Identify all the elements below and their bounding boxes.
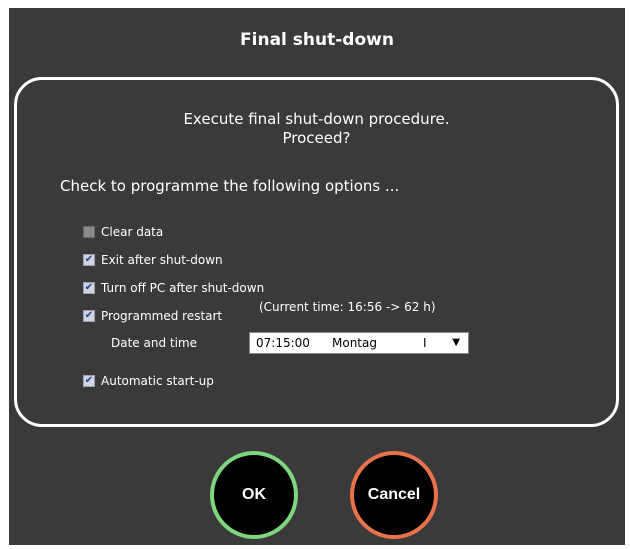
clear-data-label: Clear data — [101, 225, 164, 239]
programmed-restart-label: Programmed restart — [101, 309, 223, 323]
option-turn-off-pc[interactable]: ✔ Turn off PC after shut-down — [83, 280, 264, 296]
option-programmed-restart[interactable]: ✔ Programmed restart — [83, 308, 222, 324]
chevron-down-icon[interactable]: ▼ — [452, 337, 460, 348]
turn-off-pc-checkbox[interactable]: ✔ — [83, 282, 95, 294]
instruction-text: Check to programme the following options… — [60, 177, 400, 195]
shutdown-dialog: Final shut-down Execute final shut-down … — [9, 8, 625, 545]
date-time-extra: I — [423, 336, 427, 350]
turn-off-pc-label: Turn off PC after shut-down — [101, 281, 265, 295]
clear-data-checkbox[interactable]: ✔ — [83, 226, 95, 238]
options-panel: Execute final shut-down procedure. Proce… — [14, 77, 619, 427]
option-exit-after-shutdown[interactable]: ✔ Exit after shut-down — [83, 252, 223, 268]
message-line-2: Proceed? — [282, 129, 351, 147]
option-clear-data[interactable]: ✔ Clear data — [83, 224, 163, 240]
date-time-day: Montag — [332, 336, 377, 350]
date-time-time: 07:15:00 — [256, 336, 310, 350]
programmed-restart-checkbox[interactable]: ✔ — [83, 310, 95, 322]
automatic-startup-label: Automatic start-up — [101, 374, 214, 388]
automatic-startup-checkbox[interactable]: ✔ — [83, 375, 95, 387]
dialog-title: Final shut-down — [240, 30, 394, 50]
message-line-1: Execute final shut-down procedure. — [183, 110, 450, 128]
option-automatic-startup[interactable]: ✔ Automatic start-up — [83, 373, 214, 389]
ok-button[interactable]: OK — [210, 451, 298, 539]
date-time-select[interactable]: 07:15:00 Montag I ▼ — [249, 332, 469, 354]
cancel-button[interactable]: Cancel — [350, 451, 438, 539]
date-time-label: Date and time — [111, 336, 197, 350]
current-time-text: (Current time: 16:56 -> 62 h) — [259, 300, 436, 314]
exit-after-shutdown-checkbox[interactable]: ✔ — [83, 254, 95, 266]
exit-after-shutdown-label: Exit after shut-down — [101, 253, 223, 267]
confirmation-message: Execute final shut-down procedure. Proce… — [17, 110, 616, 148]
